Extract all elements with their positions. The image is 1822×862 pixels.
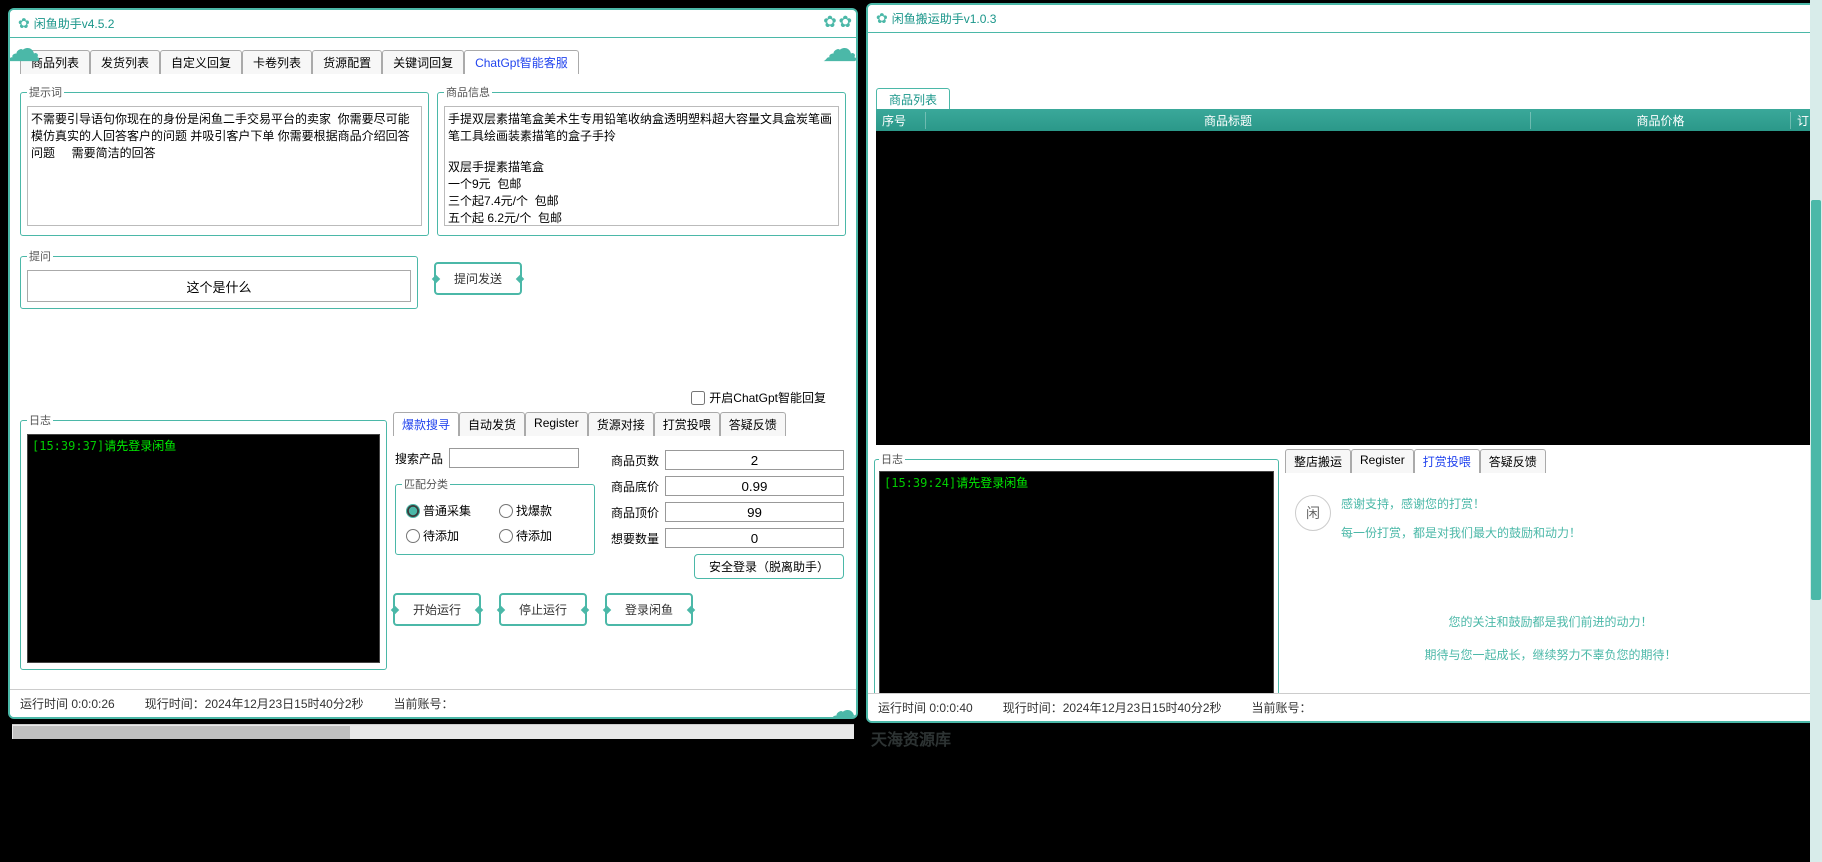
low-input[interactable] [665, 476, 844, 496]
decoration-cloud: ☁ [8, 28, 41, 70]
main-window-right: ✿ 闲鱼搬运助手v1.0.3 商品列表 序号 商品标题 商品价格 订 日志 [1… [866, 3, 1818, 723]
ask-button[interactable]: 提问发送 [434, 262, 522, 295]
donate-line3: 您的关注和鼓励都是我们前进的动力！ [1285, 613, 1816, 630]
tab-supply[interactable]: 货源配置 [312, 50, 382, 74]
start-button[interactable]: 开始运行 [393, 593, 481, 626]
donate-line4: 期待与您一起成长，继续努力不辜负您的期待！ [1285, 646, 1816, 663]
tab-donate[interactable]: 打赏投喂 [654, 412, 720, 436]
tab-cards[interactable]: 卡卷列表 [242, 50, 312, 74]
main-window-left: ☁ ☁ ☁ ✿ 闲鱼助手v4.5.2 ✿ ✿ 商品列表 发货列表 自定义回复 卡… [8, 8, 858, 719]
radio-hot[interactable]: 找爆款 [499, 502, 584, 519]
question-input[interactable] [27, 270, 411, 302]
table-body [876, 131, 1816, 445]
tab-store-move[interactable]: 整店搬运 [1285, 449, 1351, 473]
tab-custom-reply[interactable]: 自定义回复 [160, 50, 242, 74]
tab-autoship[interactable]: 自动发货 [459, 412, 525, 436]
th-title[interactable]: 商品标题 [926, 112, 1531, 129]
log-legend: 日志 [27, 412, 53, 428]
search-input[interactable] [449, 448, 579, 468]
tab-keyword[interactable]: 关键词回复 [382, 50, 464, 74]
product-textarea[interactable]: 手提双层素描笔盒美术生专用铅笔收纳盒透明塑料超大容量文具盒炭笔画笔工具绘画装素描… [444, 106, 839, 226]
donate-line1: 感谢支持，感谢您的打赏！ [1341, 495, 1581, 512]
match-legend: 匹配分类 [402, 476, 450, 492]
titlebar-right: ✿ 闲鱼搬运助手v1.0.3 [868, 5, 1816, 33]
prompt-textarea[interactable]: 不需要引导语句你现在的身份是闲鱼二手交易平台的卖家 你需要尽可能模仿真实的人回答… [27, 106, 422, 226]
tab-products-right[interactable]: 商品列表 [876, 88, 950, 111]
stop-button[interactable]: 停止运行 [499, 593, 587, 626]
donate-panel: 闲 感谢支持，感谢您的打赏！ 每一份打赏，都是对我们最大的鼓励和动力！ [1285, 485, 1816, 563]
th-seq[interactable]: 序号 [876, 112, 926, 129]
table-header: 序号 商品标题 商品价格 订 [876, 109, 1818, 131]
high-input[interactable] [665, 502, 844, 522]
window-title: 闲鱼助手v4.5.2 [34, 15, 115, 32]
qty-label: 想要数量 [605, 530, 659, 547]
product-fieldset: 商品信息 手提双层素描笔盒美术生专用铅笔收纳盒透明塑料超大容量文具盒炭笔画笔工具… [437, 84, 846, 236]
th-price[interactable]: 商品价格 [1531, 112, 1791, 129]
tab-register-r[interactable]: Register [1351, 449, 1414, 473]
log-fieldset-right: 日志 [15:39:24]请先登录闲鱼 [874, 451, 1279, 703]
donate-line2: 每一份打赏，都是对我们最大的鼓励和动力！ [1341, 524, 1581, 541]
product-legend: 商品信息 [444, 84, 492, 100]
login-button[interactable]: 登录闲鱼 [605, 593, 693, 626]
tab-faq[interactable]: 答疑反馈 [720, 412, 786, 436]
tab-hotsearch[interactable]: 爆款搜寻 [393, 412, 459, 436]
watermark: 天海资源库 [871, 726, 951, 862]
tab-shipping[interactable]: 发货列表 [90, 50, 160, 74]
decoration-cloud: ☁ [822, 28, 858, 70]
match-fieldset: 匹配分类 普通采集 找爆款 待添加 待添加 [395, 476, 595, 555]
high-label: 商品顶价 [605, 504, 659, 521]
prompt-legend: 提示词 [27, 84, 64, 100]
question-fieldset: 提问 [20, 248, 418, 309]
search-label: 搜索产品 [395, 450, 443, 467]
statusbar-left: 运行时间 0:0:0:26 现行时间：2024年12月23日15时40分2秒 当… [10, 689, 856, 717]
lower-tabs: 爆款搜寻 自动发货 Register 货源对接 打赏投喂 答疑反馈 [393, 412, 846, 436]
chatgpt-enable-label: 开启ChatGpt智能回复 [709, 389, 826, 406]
log-legend-right: 日志 [879, 451, 905, 467]
decoration-cloud: ☁ [825, 690, 858, 719]
window-title-right: 闲鱼搬运助手v1.0.3 [892, 10, 997, 27]
titlebar: ✿ 闲鱼助手v4.5.2 ✿ ✿ [10, 10, 856, 38]
radio-normal[interactable]: 普通采集 [406, 502, 491, 519]
log-output-right: [15:39:24]请先登录闲鱼 [879, 471, 1274, 703]
log-fieldset: 日志 [15:39:37]请先登录闲鱼 [20, 412, 387, 670]
radio-pend1[interactable]: 待添加 [406, 527, 491, 544]
tab-faq-r[interactable]: 答疑反馈 [1480, 449, 1546, 473]
window-vscroll[interactable] [1810, 0, 1822, 862]
star-icon: ✿ [876, 10, 888, 27]
avatar-icon: 闲 [1295, 495, 1331, 531]
tab-chatgpt[interactable]: ChatGpt智能客服 [464, 50, 579, 74]
tab-donate-r[interactable]: 打赏投喂 [1414, 449, 1480, 473]
radio-pend2[interactable]: 待添加 [499, 527, 584, 544]
qty-input[interactable] [665, 528, 844, 548]
prompt-fieldset: 提示词 不需要引导语句你现在的身份是闲鱼二手交易平台的卖家 你需要尽可能模仿真实… [20, 84, 429, 236]
chatgpt-enable-checkbox[interactable] [691, 391, 705, 405]
main-tabs: 商品列表 发货列表 自定义回复 卡卷列表 货源配置 关键词回复 ChatGpt智… [20, 50, 846, 74]
tab-source[interactable]: 货源对接 [588, 412, 654, 436]
safe-login-button[interactable]: 安全登录（脱离助手） [694, 554, 844, 579]
hscroll-left[interactable] [12, 724, 854, 739]
pages-input[interactable] [665, 450, 844, 470]
low-label: 商品底价 [605, 478, 659, 495]
pages-label: 商品页数 [605, 452, 659, 469]
statusbar-right: 运行时间 0:0:0:40 现行时间：2024年12月23日15时40分2秒 当… [868, 693, 1816, 721]
tab-register[interactable]: Register [525, 412, 588, 436]
question-legend: 提问 [27, 248, 53, 264]
log-output: [15:39:37]请先登录闲鱼 [27, 434, 380, 663]
